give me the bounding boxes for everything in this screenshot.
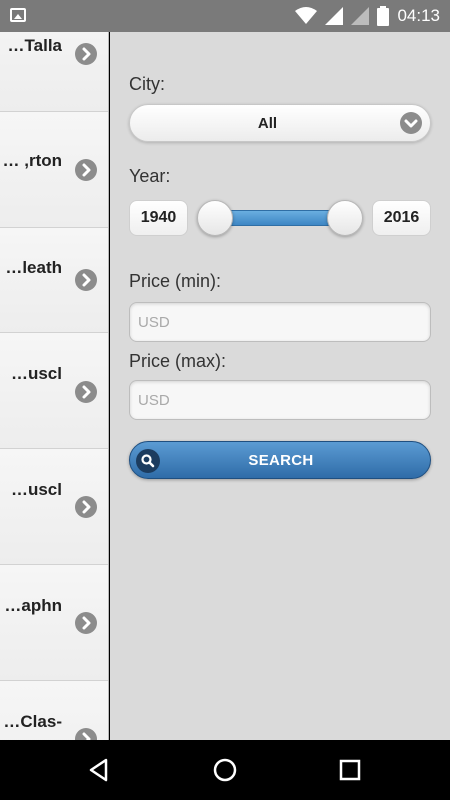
chevron-right-circle-icon xyxy=(75,381,97,403)
list-item[interactable]: leath… xyxy=(0,228,108,333)
year-slider-max-handle[interactable] xyxy=(327,200,363,236)
price-min-input[interactable] xyxy=(138,303,422,341)
list-item-label: Talla… xyxy=(7,36,62,55)
home-icon[interactable] xyxy=(210,755,240,785)
city-select[interactable]: All xyxy=(129,104,431,142)
status-bar: 04:13 xyxy=(0,0,450,32)
recents-icon[interactable] xyxy=(335,755,365,785)
city-label: City: xyxy=(129,74,165,94)
status-icons: 04:13 xyxy=(295,0,440,32)
list-item-label: uscl… xyxy=(10,480,62,499)
list-item-label: rton, … xyxy=(2,151,63,170)
wifi-icon xyxy=(295,7,318,24)
filter-panel: City: All Year: 1940 2016 Price (min): P… xyxy=(110,32,450,740)
battery-icon xyxy=(377,6,390,26)
navigation-bar xyxy=(0,740,450,800)
price-max-field[interactable] xyxy=(129,380,431,420)
search-button[interactable]: SEARCH xyxy=(129,441,431,479)
year-min-value[interactable]: 1940 xyxy=(129,200,188,236)
search-button-label: SEARCH xyxy=(248,452,314,469)
chevron-right-circle-icon xyxy=(75,612,97,634)
list-item[interactable]: rton, … xyxy=(0,112,108,228)
price-min-label: Price (min): xyxy=(129,271,222,291)
chevron-right-circle-icon xyxy=(75,269,97,291)
list-item[interactable]: -Clas… xyxy=(0,681,108,740)
list-item-label: uscl… xyxy=(10,364,62,383)
chevron-right-circle-icon xyxy=(75,728,97,740)
back-icon[interactable] xyxy=(84,755,114,785)
clock: 04:13 xyxy=(397,6,440,25)
signal-empty-icon xyxy=(351,7,370,25)
list-item-label: -Clas… xyxy=(3,712,62,731)
list-item[interactable]: uscl… xyxy=(0,449,108,565)
list-item[interactable]: uscl… xyxy=(0,333,108,449)
year-slider-range xyxy=(214,210,344,226)
signal-icon xyxy=(325,7,344,25)
chevron-down-icon xyxy=(400,112,422,134)
list-item-label: aphn… xyxy=(4,596,62,615)
year-max-value[interactable]: 2016 xyxy=(372,200,431,236)
list-item[interactable]: Talla… xyxy=(0,32,108,112)
chevron-right-circle-icon xyxy=(75,159,97,181)
chevron-right-circle-icon xyxy=(75,43,97,65)
price-min-field[interactable] xyxy=(129,302,431,342)
price-max-label: Price (max): xyxy=(129,351,227,371)
city-select-value: All xyxy=(257,115,278,132)
chevron-right-circle-icon xyxy=(75,496,97,518)
list-panel: Talla… rton, … leath… uscl… uscl… aphn… xyxy=(0,32,109,740)
price-max-input[interactable] xyxy=(138,381,422,419)
year-label: Year: xyxy=(129,166,171,186)
list-item[interactable]: aphn… xyxy=(0,565,108,681)
image-icon xyxy=(10,8,26,22)
year-slider-min-handle[interactable] xyxy=(197,200,233,236)
list-item-label: leath… xyxy=(5,258,62,277)
